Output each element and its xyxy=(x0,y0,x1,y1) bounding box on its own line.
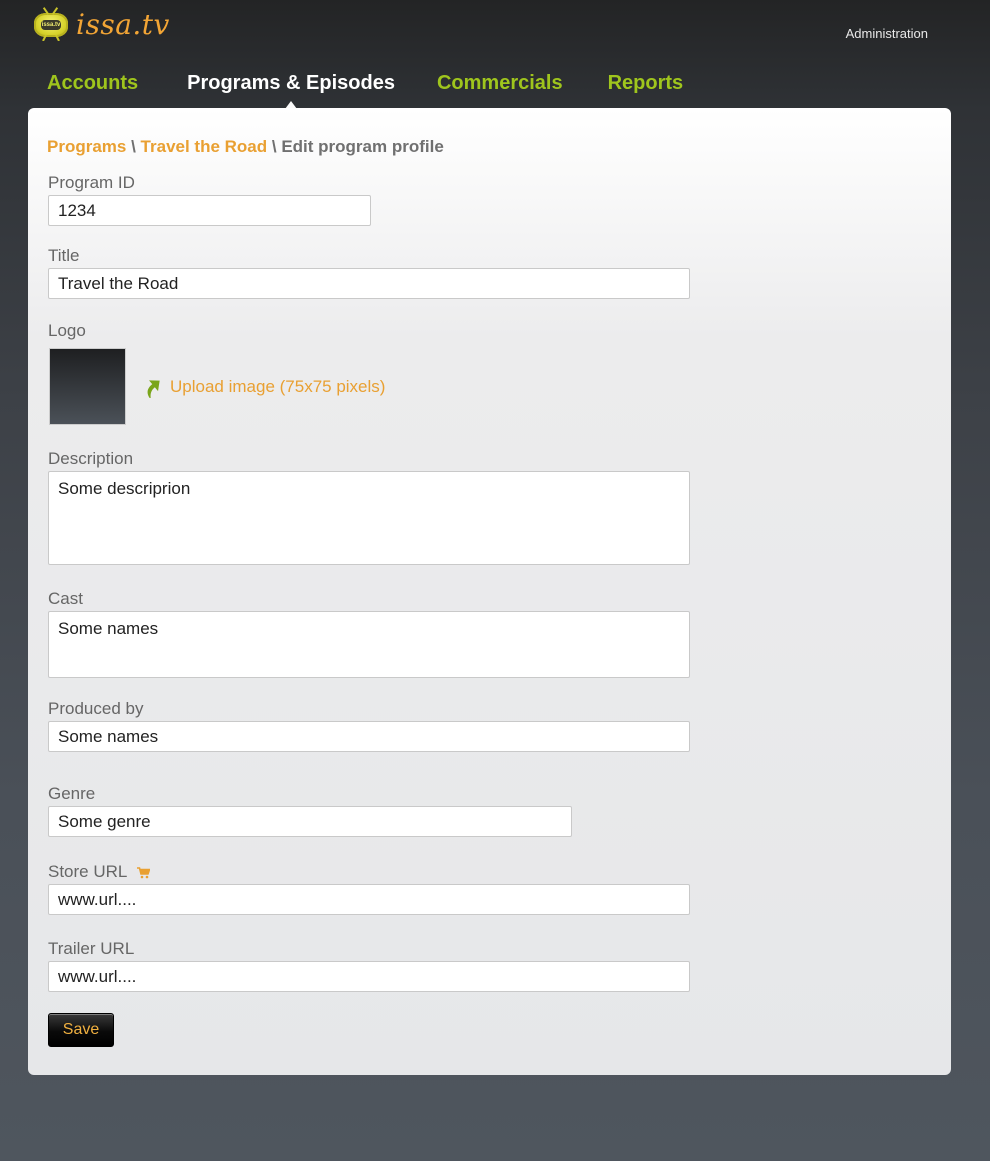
shopping-cart-icon xyxy=(137,866,151,878)
breadcrumb-separator: \ xyxy=(267,137,282,156)
description-label: Description xyxy=(48,449,134,468)
breadcrumb-current: Edit program profile xyxy=(281,137,444,156)
save-button[interactable]: Save xyxy=(48,1013,114,1047)
breadcrumb-programs-link[interactable]: Programs xyxy=(47,137,126,156)
title-label: Title xyxy=(48,246,80,265)
trailer-url-label: Trailer URL xyxy=(48,939,135,958)
program-logo-image xyxy=(49,348,126,425)
upload-image-label: Upload image (75x75 pixels) xyxy=(170,377,386,396)
produced-by-label: Produced by xyxy=(48,699,144,718)
trailer-url-input[interactable] xyxy=(48,961,690,992)
produced-by-input[interactable] xyxy=(48,721,690,752)
title-input[interactable] xyxy=(48,268,690,299)
description-textarea[interactable]: Some descriprion xyxy=(48,471,690,565)
genre-input[interactable] xyxy=(48,806,572,837)
tv-legs-icon xyxy=(42,34,60,41)
store-url-label-row: Store URL xyxy=(48,862,151,882)
administration-link[interactable]: Administration xyxy=(846,26,928,41)
nav-item-commercials[interactable]: Commercials xyxy=(437,72,563,95)
cast-label: Cast xyxy=(48,589,83,608)
breadcrumb-separator: \ xyxy=(126,137,141,156)
genre-label: Genre xyxy=(48,784,96,803)
brand-name: issa.tv xyxy=(76,8,170,41)
breadcrumb-program-link[interactable]: Travel the Road xyxy=(141,137,268,156)
nav-item-reports[interactable]: Reports xyxy=(608,72,684,95)
breadcrumb: Programs \ Travel the Road \ Edit progra… xyxy=(47,137,444,157)
program-id-input[interactable] xyxy=(48,195,371,226)
brand-logo[interactable]: issa.tv issa.tv xyxy=(34,8,170,41)
upload-arrow-icon xyxy=(147,380,160,398)
cast-textarea[interactable]: Some names xyxy=(48,611,690,678)
store-url-input[interactable] xyxy=(48,884,690,915)
nav-item-accounts[interactable]: Accounts xyxy=(47,72,138,95)
nav-item-programs-episodes[interactable]: Programs & Episodes xyxy=(187,72,395,95)
edit-program-panel: Programs \ Travel the Road \ Edit progra… xyxy=(28,108,951,1075)
main-nav: Accounts Programs & Episodes Commercials… xyxy=(47,72,683,95)
tv-logo-badge: issa.tv xyxy=(41,19,61,30)
upload-image-link[interactable]: Upload image (75x75 pixels) xyxy=(140,376,385,398)
tv-logo-icon: issa.tv xyxy=(34,12,68,41)
store-url-label: Store URL xyxy=(48,862,127,881)
program-id-label: Program ID xyxy=(48,173,135,192)
logo-label: Logo xyxy=(48,321,86,340)
